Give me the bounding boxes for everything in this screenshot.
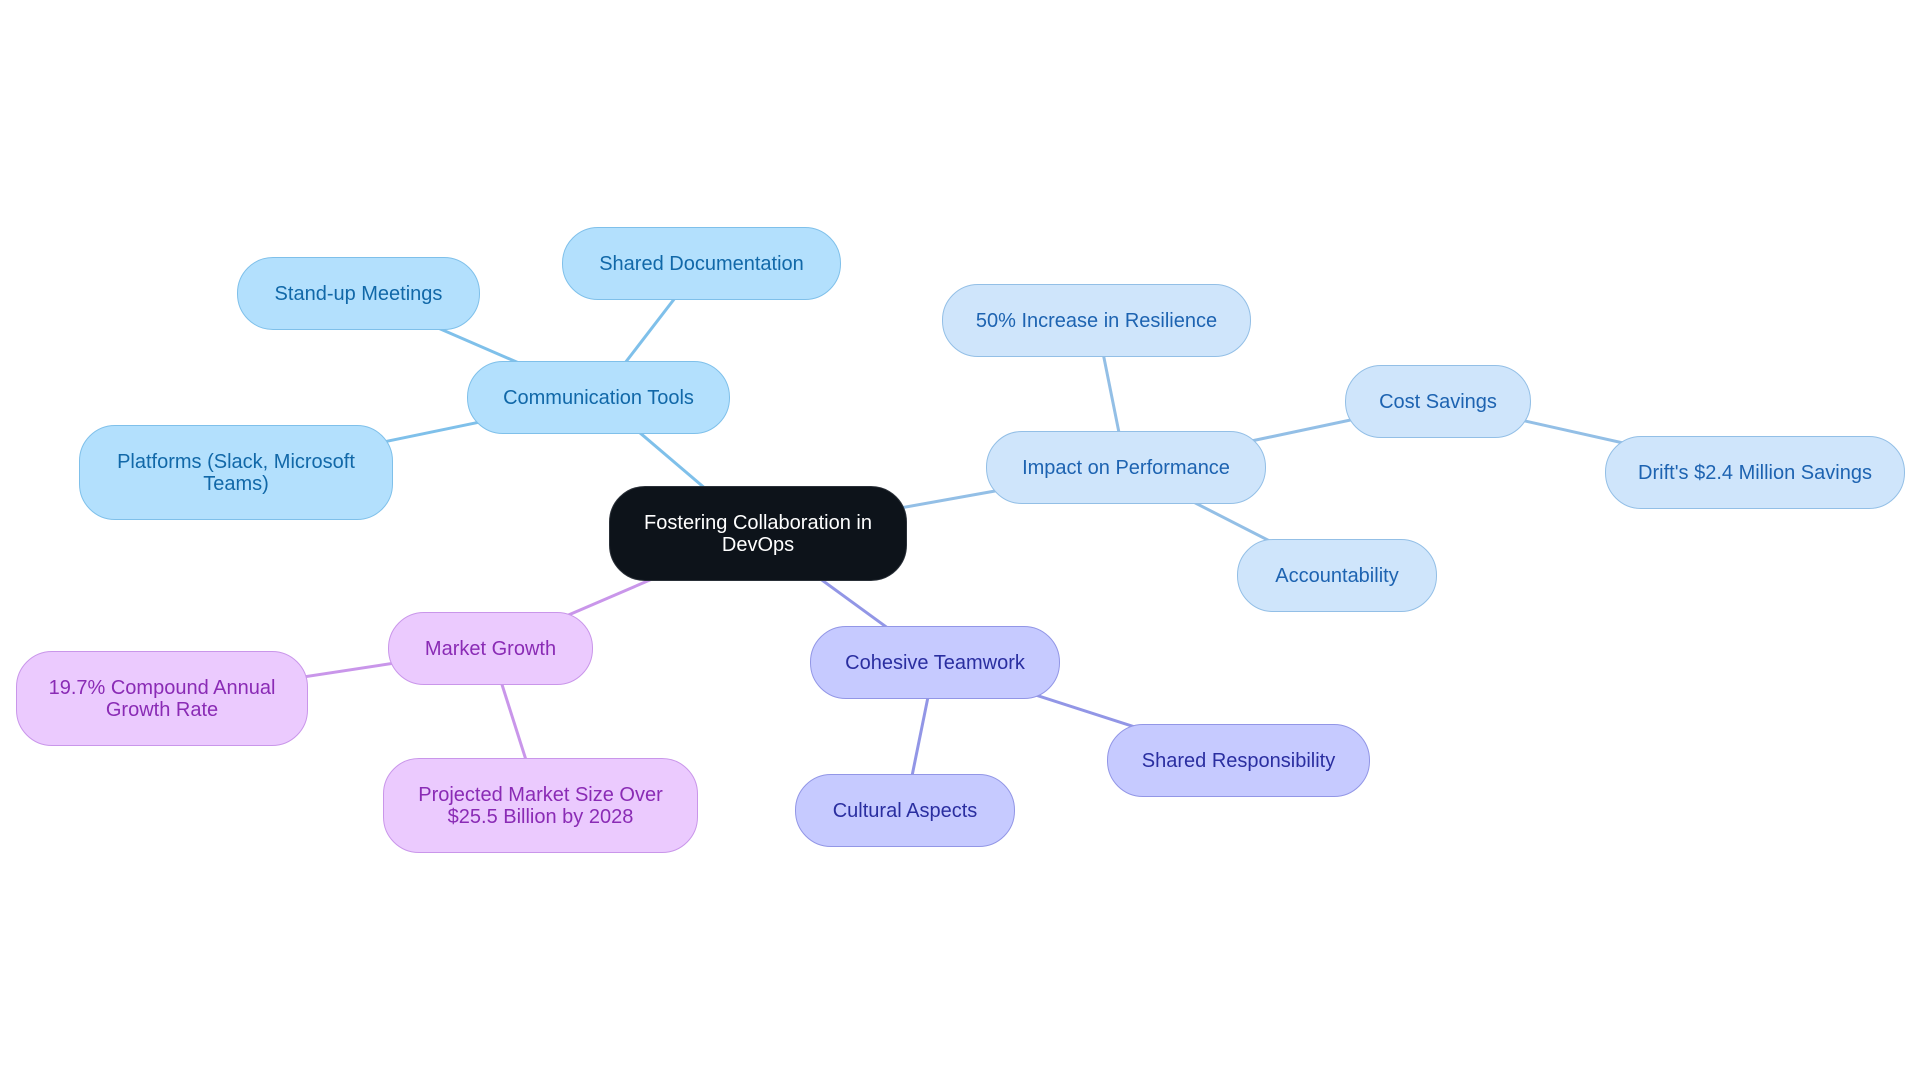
node-label: Projected Market Size Over $25.5 Billion… (418, 783, 663, 828)
node-label: Fostering Collaboration in DevOps (644, 511, 872, 556)
node-cohesive-teamwork[interactable]: Cohesive Teamwork (810, 626, 1060, 699)
node-root[interactable]: Fostering Collaboration in DevOps (609, 486, 907, 581)
node-projected-market-size[interactable]: Projected Market Size Over $25.5 Billion… (383, 758, 698, 853)
node-shared-responsibility[interactable]: Shared Responsibility (1107, 724, 1370, 797)
node-label: Market Growth (424, 637, 557, 660)
node-label: Drift's $2.4 Million Savings (1638, 461, 1872, 484)
node-label: Shared Documentation (599, 252, 804, 275)
node-label: Impact on Performance (1022, 456, 1230, 479)
node-label: 50% Increase in Resilience (975, 309, 1218, 332)
node-communication-tools[interactable]: Communication Tools (467, 361, 730, 434)
node-stand-up-meetings[interactable]: Stand-up Meetings (237, 257, 480, 330)
node-cagr[interactable]: 19.7% Compound Annual Growth Rate (16, 651, 308, 746)
node-label: Cultural Aspects (832, 799, 978, 822)
node-impact-on-performance[interactable]: Impact on Performance (986, 431, 1266, 504)
node-label: Accountability (1275, 564, 1399, 587)
node-label: Stand-up Meetings (274, 282, 443, 305)
node-accountability[interactable]: Accountability (1237, 539, 1437, 612)
node-label: Cost Savings (1379, 390, 1497, 413)
node-label: 19.7% Compound Annual Growth Rate (48, 676, 276, 721)
node-shared-documentation[interactable]: Shared Documentation (562, 227, 841, 300)
node-drift-savings[interactable]: Drift's $2.4 Million Savings (1605, 436, 1905, 509)
node-cultural-aspects[interactable]: Cultural Aspects (795, 774, 1015, 847)
node-label: Platforms (Slack, Microsoft Teams) (117, 450, 355, 495)
node-cost-savings[interactable]: Cost Savings (1345, 365, 1531, 438)
node-50-increase-resilience[interactable]: 50% Increase in Resilience (942, 284, 1251, 357)
node-platforms[interactable]: Platforms (Slack, Microsoft Teams) (79, 425, 393, 520)
node-label: Shared Responsibility (1141, 749, 1336, 772)
node-label: Cohesive Teamwork (845, 651, 1025, 674)
node-label: Communication Tools (503, 386, 694, 409)
node-market-growth[interactable]: Market Growth (388, 612, 593, 685)
connector-lines (161, 262, 1756, 811)
